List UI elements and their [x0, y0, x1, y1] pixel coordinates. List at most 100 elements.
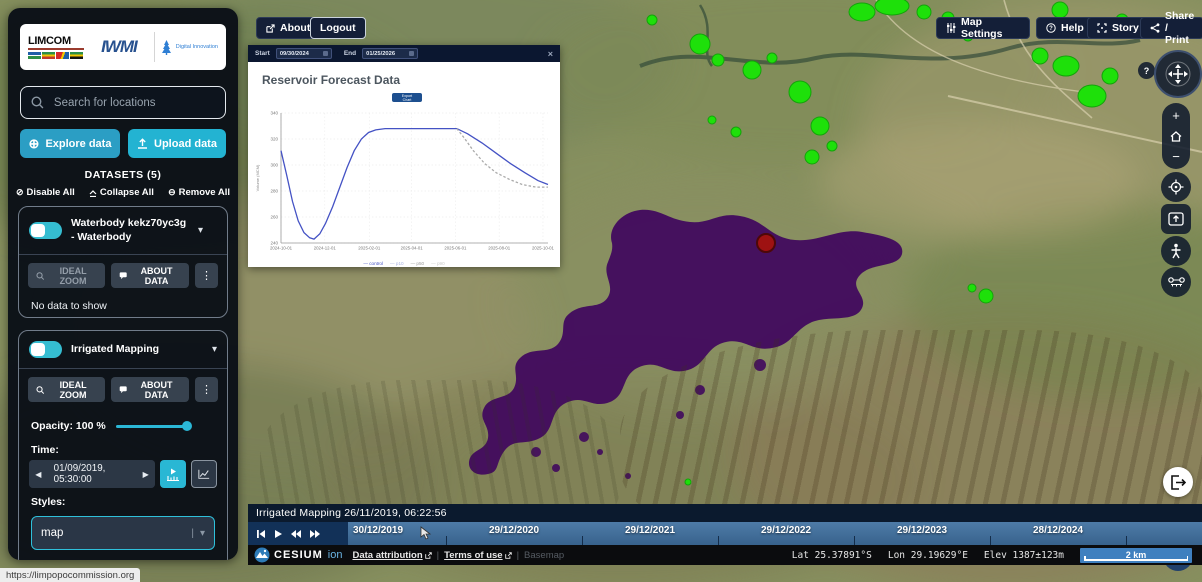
timeline-tick	[582, 536, 583, 545]
previous-time-button[interactable]: ◀	[29, 460, 48, 488]
sliders-icon	[946, 23, 956, 33]
opacity-slider[interactable]	[115, 420, 192, 431]
search-input[interactable]	[51, 95, 215, 110]
legend-item-p90[interactable]: — p90	[431, 261, 445, 266]
toggle-knob	[31, 224, 45, 238]
logout-button[interactable]: Logout	[310, 17, 366, 39]
exit-session-button[interactable]	[1163, 467, 1193, 497]
clock-label-bar: Irrigated Mapping 26/11/2019, 06:22:56	[248, 504, 1202, 522]
explore-data-button[interactable]: ⊕ Explore data	[20, 129, 120, 158]
chevron-down-icon[interactable]: ▾	[198, 225, 203, 236]
disable-all-button[interactable]: ⊘ Disable All	[16, 187, 75, 198]
zoom-in-button[interactable]: +	[1172, 109, 1180, 122]
chat-icon	[119, 386, 127, 394]
play-button[interactable]	[273, 529, 283, 539]
limcom-tagline-bar	[28, 47, 84, 50]
play-faster-button[interactable]	[309, 529, 321, 539]
timeline-track[interactable]: 30/12/2019 29/12/2020 29/12/2021 29/12/2022…	[348, 522, 1202, 545]
home-view-button[interactable]	[1170, 130, 1182, 142]
minus-circle-icon: ⊖	[168, 187, 176, 197]
pan-arrows-icon	[1165, 61, 1191, 87]
external-link-icon	[424, 551, 432, 559]
iwmi-logo: IWMI	[101, 37, 138, 56]
story-frame-icon	[1097, 23, 1107, 33]
timeline-date-label[interactable]: 29/12/2022	[761, 525, 811, 536]
help-mini-button[interactable]: ?	[1138, 62, 1155, 79]
view-extent-button[interactable]	[1161, 204, 1191, 234]
legend-item-p10[interactable]: — p10	[390, 261, 404, 266]
ideal-zoom-button[interactable]: IDEAL ZOOM	[28, 263, 105, 289]
upload-data-label: Upload data	[154, 137, 217, 150]
jump-to-start-button[interactable]	[256, 529, 266, 539]
next-time-button[interactable]: ▶	[136, 460, 155, 488]
legend-item-control[interactable]: — control	[363, 261, 383, 266]
play-time-series-button[interactable]	[160, 460, 186, 488]
cesium-ion-logo[interactable]: CESIUM ion	[254, 547, 342, 563]
explore-data-label: Explore data	[45, 137, 112, 150]
map-settings-button[interactable]: Map Settings	[936, 16, 1030, 40]
station-marker[interactable]	[756, 233, 776, 253]
basemap-label: Basemap	[524, 549, 565, 561]
x-tick-label: 2025-06-01	[444, 246, 467, 251]
styles-label: Styles:	[31, 496, 66, 508]
latitude-value: Lat 25.37891°S	[791, 549, 872, 561]
close-panel-button[interactable]: ×	[548, 49, 553, 59]
end-date-input[interactable]: 01/25/2026	[362, 48, 419, 59]
pedestrian-view-button[interactable]	[1161, 236, 1191, 266]
legend-item-p50[interactable]: — p50	[411, 261, 425, 266]
data-attribution-link[interactable]: Data attribution	[352, 550, 432, 561]
y-tick-label: 260	[270, 215, 278, 220]
forecast-chart-body: Reservoir Forecast Data Export Chart 240…	[248, 62, 560, 267]
ideal-zoom-button[interactable]: IDEAL ZOOM	[28, 377, 105, 402]
ideal-zoom-label: IDEAL ZOOM	[59, 265, 87, 286]
compass-pan-control[interactable]	[1154, 50, 1202, 98]
calendar-icon	[409, 51, 415, 56]
terms-label: Terms of use	[444, 549, 503, 561]
timeline-date-label[interactable]: 28/12/2024	[1033, 525, 1083, 536]
dataset-title: Irrigated Mapping	[71, 342, 160, 355]
about-data-button[interactable]: ABOUT DATA	[110, 263, 189, 289]
timeline-tick	[446, 536, 447, 545]
help-button[interactable]: ? Help	[1036, 17, 1094, 39]
ion-wordmark: ion	[327, 549, 343, 561]
more-options-button[interactable]: ⋮	[195, 263, 218, 289]
style-select[interactable]: map | ▾	[31, 516, 215, 550]
end-label: End	[343, 50, 357, 57]
zoom-out-button[interactable]: −	[1172, 150, 1180, 163]
app-root: About Logout Map Settings ? Help Story S…	[0, 0, 1202, 582]
slider-handle[interactable]	[181, 420, 192, 431]
chart-legend[interactable]: — control — p10 — p50 — p90	[248, 261, 560, 266]
terms-of-use-link[interactable]: Terms of use	[444, 549, 512, 561]
share-print-label: Share / Print	[1165, 10, 1195, 46]
help-label: Help	[1061, 22, 1084, 34]
timeline-date-label[interactable]: 29/12/2021	[625, 525, 675, 536]
show-chart-button[interactable]	[191, 460, 217, 488]
external-link-icon	[504, 551, 512, 559]
timeline-date-label[interactable]: 29/12/2023	[897, 525, 947, 536]
locate-me-button[interactable]	[1161, 172, 1191, 202]
upload-icon	[138, 138, 148, 149]
y-tick-label: 280	[270, 189, 278, 194]
chart-title: Reservoir Forecast Data	[262, 73, 401, 87]
collapse-all-button[interactable]: Collapse All	[89, 187, 154, 198]
share-print-button[interactable]: Share / Print	[1140, 10, 1202, 46]
mouse-cursor	[420, 526, 432, 540]
timeline-date-label[interactable]: 29/12/2020	[489, 525, 539, 536]
measure-tool-button[interactable]	[1161, 267, 1191, 297]
svg-text:?: ?	[1049, 26, 1053, 32]
layer-toggle[interactable]	[29, 222, 62, 240]
forecast-line-chart[interactable]: 2402602803003203402024-10-01 2024-12-01 20…	[254, 106, 554, 258]
about-data-button[interactable]: ABOUT DATA	[110, 377, 189, 402]
start-date-input[interactable]: 09/30/2024	[275, 48, 332, 59]
remove-all-button[interactable]: ⊖ Remove All	[168, 187, 230, 198]
more-options-button[interactable]: ⋮	[195, 377, 218, 402]
timeline-date-label[interactable]: 30/12/2019	[353, 525, 403, 536]
exit-icon	[1171, 474, 1186, 490]
layer-toggle[interactable]	[29, 341, 62, 358]
chevron-down-icon[interactable]: ▾	[212, 344, 217, 355]
upload-data-button[interactable]: Upload data	[128, 129, 226, 158]
eye-off-icon: ⊘	[16, 187, 24, 197]
export-chart-button[interactable]: Export Chart	[392, 93, 422, 102]
partner-logos-card: LIMCOM IWMI Digital Innovation	[20, 24, 226, 70]
play-backward-button[interactable]	[290, 529, 302, 539]
